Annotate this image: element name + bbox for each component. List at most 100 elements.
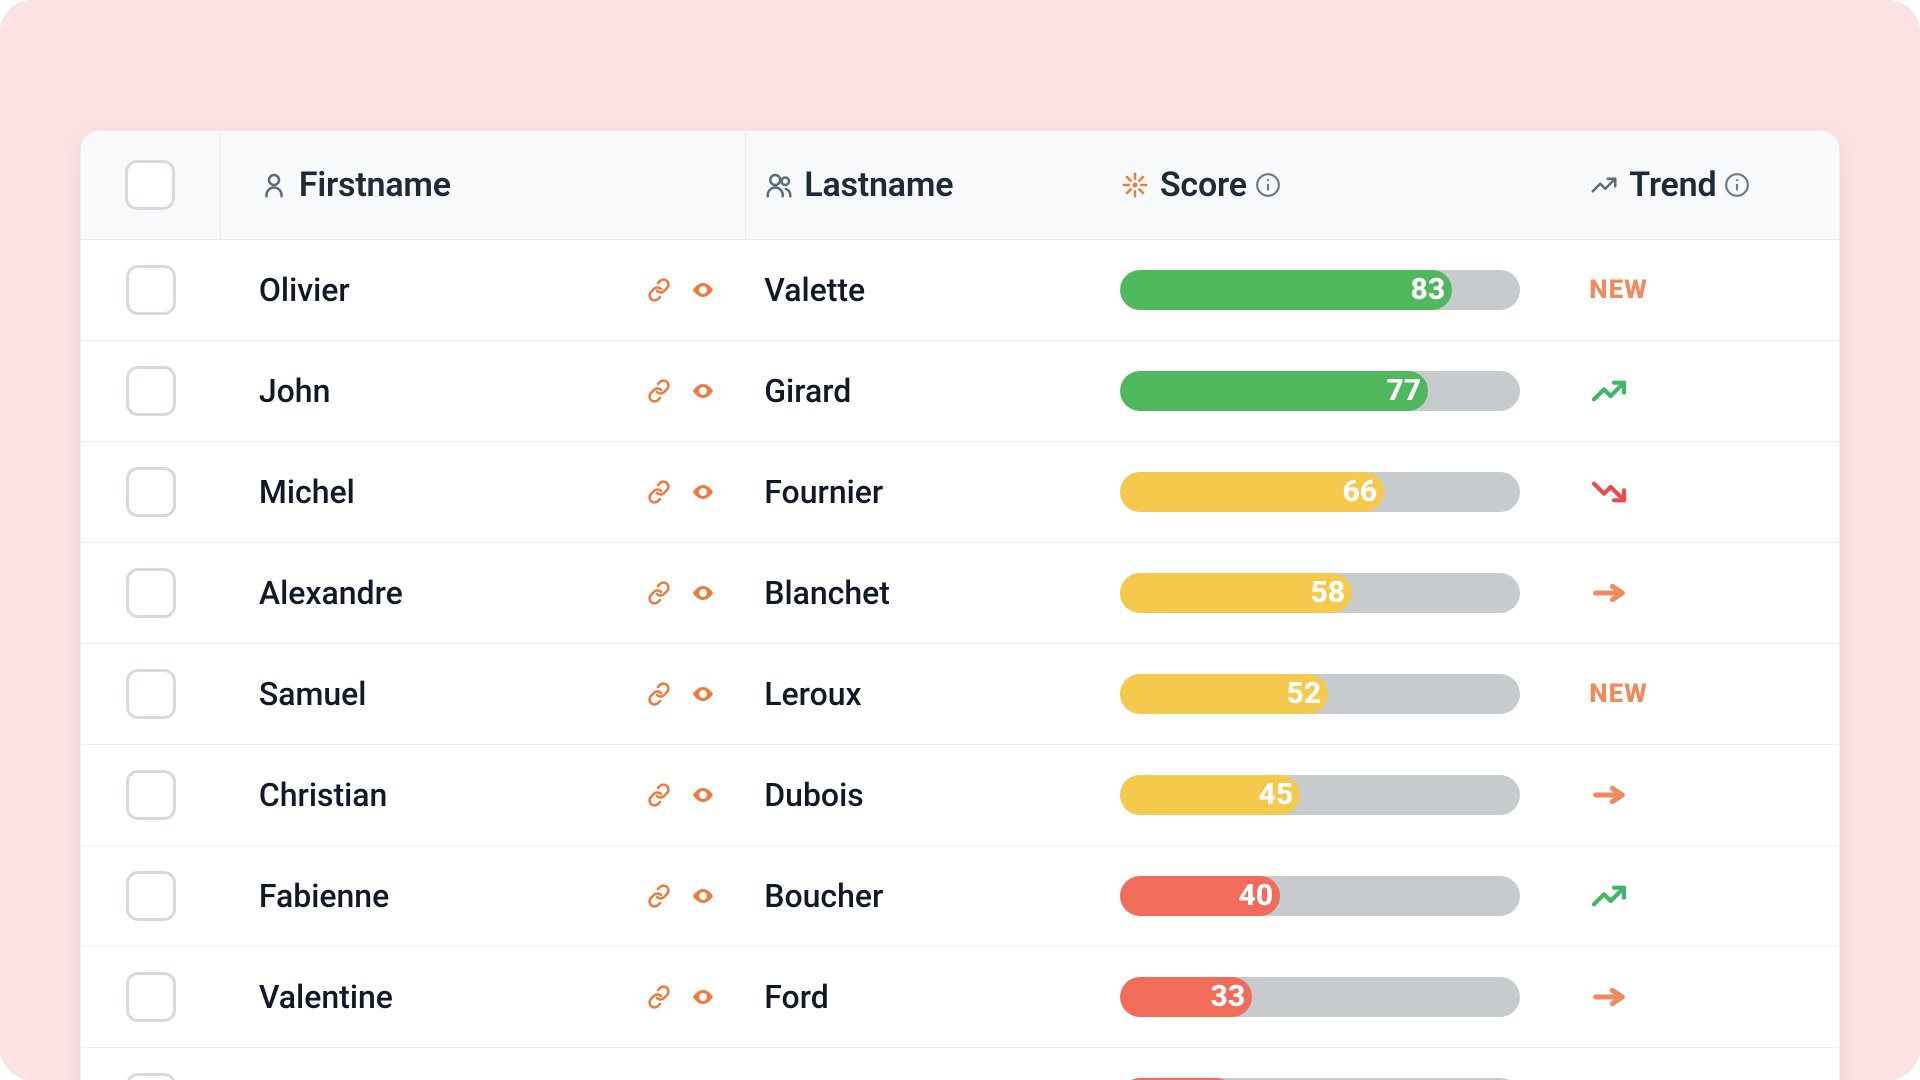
link-icon[interactable]: [644, 581, 674, 605]
cell-score: 52: [1102, 644, 1571, 744]
cell-lastname: Pelletier: [746, 1048, 1102, 1080]
select-all-checkbox[interactable]: [125, 160, 175, 210]
row-checkbox[interactable]: [126, 265, 176, 315]
trend-flat-icon: [1589, 977, 1629, 1017]
cell-trend: NEW: [1571, 644, 1839, 744]
table-row[interactable]: Christian Dubois 45: [81, 745, 1839, 846]
table-row[interactable]: Alexandre Blanchet 58: [81, 543, 1839, 644]
cell-lastname: Ford: [746, 947, 1102, 1047]
firstname-value: John: [259, 372, 644, 410]
header-score[interactable]: Score: [1102, 131, 1571, 239]
lastname-value: Girard: [764, 372, 851, 410]
row-checkbox[interactable]: [126, 366, 176, 416]
row-checkbox-cell: [81, 240, 221, 340]
table-row[interactable]: John Girard 77: [81, 341, 1839, 442]
link-icon[interactable]: [644, 480, 674, 504]
cell-trend: [1571, 543, 1839, 643]
cell-trend: [1571, 846, 1839, 946]
score-value: 58: [1311, 573, 1346, 613]
score-bar: 45: [1120, 775, 1520, 815]
cell-lastname: Girard: [746, 341, 1102, 441]
trend-up-icon: [1589, 170, 1619, 200]
row-checkbox[interactable]: [126, 1073, 176, 1080]
score-value: 77: [1387, 371, 1422, 411]
cell-lastname: Blanchet: [746, 543, 1102, 643]
eye-icon[interactable]: [688, 985, 718, 1009]
header-firstname[interactable]: Firstname: [221, 131, 746, 239]
table-row[interactable]: Olivier Valette 83 NEW: [81, 240, 1839, 341]
eye-icon[interactable]: [688, 783, 718, 807]
cell-trend: NEW: [1571, 240, 1839, 340]
link-icon[interactable]: [644, 884, 674, 908]
trend-flat-icon: [1589, 573, 1629, 613]
lastname-value: Valette: [764, 271, 865, 309]
row-checkbox-cell: [81, 543, 221, 643]
firstname-value: Christian: [259, 776, 644, 814]
cell-score: 45: [1102, 745, 1571, 845]
header-trend-label: Trend: [1629, 165, 1716, 205]
cell-firstname: Valentine: [221, 947, 746, 1047]
lastname-value: Fournier: [764, 473, 883, 511]
cell-firstname: Michel: [221, 442, 746, 542]
score-bar: 40: [1120, 876, 1520, 916]
firstname-value: Olivier: [259, 271, 644, 309]
row-checkbox-cell: [81, 745, 221, 845]
cell-firstname: Vincent: [221, 1048, 746, 1080]
cell-trend: [1571, 341, 1839, 441]
header-trend[interactable]: Trend: [1571, 131, 1839, 239]
eye-icon[interactable]: [688, 278, 718, 302]
score-bar-fill: [1120, 371, 1428, 411]
row-checkbox[interactable]: [126, 467, 176, 517]
table-body: Olivier Valette 83 NEW John: [81, 240, 1839, 1080]
table-row[interactable]: Fabienne Boucher 40: [81, 846, 1839, 947]
row-checkbox-cell: [81, 644, 221, 744]
eye-icon[interactable]: [688, 480, 718, 504]
lastname-value: Blanchet: [764, 574, 890, 612]
table-row[interactable]: Michel Fournier 66: [81, 442, 1839, 543]
score-bar: 58: [1120, 573, 1520, 613]
info-icon[interactable]: [1724, 172, 1750, 198]
cell-score: 40: [1102, 846, 1571, 946]
row-checkbox[interactable]: [126, 770, 176, 820]
trend-flat-icon: [1589, 775, 1629, 815]
cell-score: 33: [1102, 947, 1571, 1047]
table-row[interactable]: Samuel Leroux 52 NEW: [81, 644, 1839, 745]
row-checkbox[interactable]: [126, 972, 176, 1022]
row-checkbox-cell: [81, 1048, 221, 1080]
row-checkbox[interactable]: [126, 871, 176, 921]
row-checkbox-cell: [81, 442, 221, 542]
header-lastname[interactable]: Lastname: [746, 131, 1102, 239]
row-checkbox[interactable]: [126, 568, 176, 618]
table-row[interactable]: Vincent Pelletier 29: [81, 1048, 1839, 1080]
eye-icon[interactable]: [688, 379, 718, 403]
link-icon[interactable]: [644, 682, 674, 706]
link-icon[interactable]: [644, 985, 674, 1009]
link-icon[interactable]: [644, 783, 674, 807]
row-checkbox[interactable]: [126, 669, 176, 719]
cell-firstname: Olivier: [221, 240, 746, 340]
trend-up-icon: [1589, 371, 1629, 411]
eye-icon[interactable]: [688, 581, 718, 605]
score-value: 40: [1239, 876, 1274, 916]
score-bar: 77: [1120, 371, 1520, 411]
table-header-row: Firstname Lastname: [81, 131, 1839, 240]
eye-icon[interactable]: [688, 682, 718, 706]
cell-lastname: Valette: [746, 240, 1102, 340]
lastname-value: Leroux: [764, 675, 861, 713]
sparkle-icon: [1120, 170, 1150, 200]
lastname-value: Ford: [764, 978, 829, 1016]
info-icon[interactable]: [1255, 172, 1281, 198]
lastname-value: Boucher: [764, 877, 883, 915]
header-score-label: Score: [1160, 165, 1247, 205]
link-icon[interactable]: [644, 278, 674, 302]
cell-firstname: Samuel: [221, 644, 746, 744]
eye-icon[interactable]: [688, 884, 718, 908]
trend-up-icon: [1589, 876, 1629, 916]
cell-score: 29: [1102, 1048, 1571, 1080]
link-icon[interactable]: [644, 379, 674, 403]
score-value: 52: [1287, 674, 1322, 714]
header-lastname-label: Lastname: [804, 165, 953, 205]
firstname-value: Michel: [259, 473, 644, 511]
table-row[interactable]: Valentine Ford 33: [81, 947, 1839, 1048]
cell-trend: [1571, 442, 1839, 542]
